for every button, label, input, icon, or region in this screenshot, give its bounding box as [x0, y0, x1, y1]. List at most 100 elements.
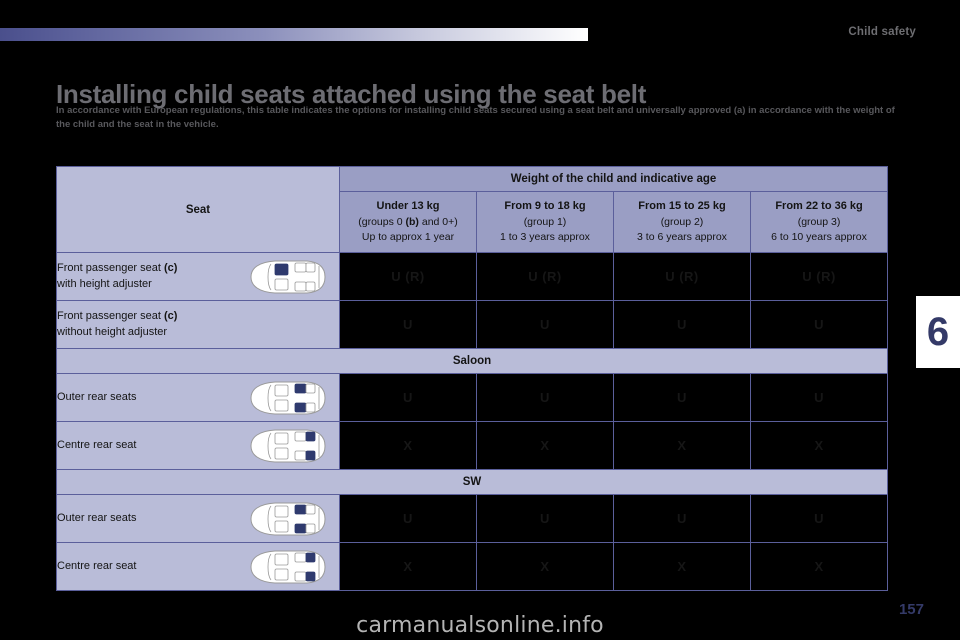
weight-col-3-age: 3 to 6 years approx [637, 231, 727, 244]
seat-label-note: (c) [164, 261, 178, 274]
weight-column-header-1: Under 13 kg (groups 0 (b) and 0+) Up to ap… [339, 191, 477, 253]
compatibility-mark: U (R) [391, 269, 425, 284]
seat-label-cell: Outer rear seats [56, 373, 340, 422]
seat-compatibility-cell: U [613, 373, 751, 422]
weight-col-2-range: From 9 to 18 kg [504, 200, 586, 212]
seat-compatibility-cell: X [339, 421, 477, 470]
weight-col-4-group: (group 3) [753, 215, 885, 231]
seat-compatibility-cell: U (R) [339, 252, 477, 301]
table-row: Outer rear seats U U U U [56, 494, 889, 543]
seat-label-text: Outer rear seats [57, 390, 137, 403]
chapter-label: Child safety [848, 26, 916, 38]
header-rule [0, 28, 588, 41]
seat-compatibility-cell: U (R) [613, 252, 751, 301]
weight-col-3-group-pre: (group 2) [660, 215, 704, 228]
compatibility-mark: U [403, 317, 413, 332]
table-group-row: Saloon [55, 348, 889, 374]
table-header-row-top: Seat Weight of the child and indicative a… [56, 166, 889, 253]
weight-col-3-group: (group 2) [616, 215, 748, 231]
seat-label-line2: with height adjuster [57, 277, 152, 290]
site-watermark: carmanualsonline.info [356, 613, 604, 638]
seat-compatibility-cell: U (R) [476, 252, 614, 301]
page-intro: In accordance with European regulations,… [56, 104, 895, 131]
seat-compatibility-cell: U [476, 494, 614, 543]
seat-compatibility-cell: U [339, 494, 477, 543]
seat-label-text: Centre rear seat [57, 438, 137, 451]
compatibility-mark: X [540, 438, 550, 453]
table-row: Outer rear seats U U U U [56, 373, 889, 422]
weight-col-1-range: Under 13 kg [376, 200, 440, 212]
compatibility-mark: X [677, 438, 687, 453]
seat-label-cell: Front passenger seat (c) with height adju… [56, 252, 340, 301]
compatibility-mark: U [403, 511, 413, 526]
group-header-label: Saloon [452, 355, 492, 367]
group-header-cell: Saloon [55, 348, 889, 374]
compatibility-mark: U [814, 317, 824, 332]
seat-compatibility-cell: U [749, 300, 889, 349]
weight-col-4-age: 6 to 10 years approx [771, 231, 867, 244]
child-seat-table: Seat Weight of the child and indicative a… [55, 166, 889, 591]
seat-label-cell: Centre rear seat [56, 542, 340, 591]
seat-compatibility-cell: X [613, 542, 751, 591]
child-seat-table-wrapper: Seat Weight of the child and indicative a… [55, 166, 889, 591]
weight-column-header-2: From 9 to 18 kg (group 1) 1 to 3 years app… [476, 191, 614, 253]
compatibility-mark: X [403, 559, 413, 574]
weight-col-1-group-pre: (groups 0 [358, 215, 406, 228]
compatibility-mark: U [540, 317, 550, 332]
weight-column-header-4: From 22 to 36 kg (group 3) 6 to 10 years a… [749, 191, 889, 253]
compatibility-mark: U [540, 390, 550, 405]
compatibility-mark: X [403, 438, 413, 453]
weight-col-1-group-note: (b) [405, 215, 419, 228]
seat-label: Outer rear seats [57, 390, 339, 406]
seat-label-text: Front passenger seat [57, 309, 165, 322]
seat-compatibility-cell: U [339, 300, 477, 349]
compatibility-mark: U [677, 511, 687, 526]
seat-compatibility-cell: U [749, 373, 889, 422]
table-group-row: SW [55, 469, 889, 495]
seat-compatibility-cell: X [476, 421, 614, 470]
table-row: Centre rear seat X X X X [56, 542, 889, 591]
table-row: Centre rear seat X X X X [56, 421, 889, 470]
weight-col-1-group: (groups 0 (b) and 0+) [342, 215, 474, 231]
compatibility-mark: U (R) [665, 269, 699, 284]
seat-label: Centre rear seat [57, 559, 339, 575]
seat-compatibility-cell: X [339, 542, 477, 591]
weight-col-2-group: (group 1) [479, 215, 611, 231]
seat-header-cell: Seat [56, 166, 340, 253]
seat-compatibility-cell: U [476, 300, 614, 349]
seat-compatibility-cell: X [613, 421, 751, 470]
compatibility-mark: U [814, 390, 824, 405]
seat-compatibility-cell: X [749, 421, 889, 470]
seat-compatibility-cell: U (R) [749, 252, 889, 301]
seat-compatibility-cell: X [749, 542, 889, 591]
weight-col-4-range: From 22 to 36 kg [775, 200, 863, 212]
compatibility-mark: U [677, 390, 687, 405]
weight-col-2-group-pre: (group 1) [523, 215, 567, 228]
compatibility-mark: U [540, 511, 550, 526]
table-row: Front passenger seat (c) with height adju… [56, 252, 889, 301]
seat-compatibility-cell: U [613, 494, 751, 543]
compatibility-mark: U [677, 317, 687, 332]
seat-label: Front passenger seat (c) with height adju… [57, 261, 339, 293]
weight-col-2-age: 1 to 3 years approx [500, 231, 590, 244]
seat-compatibility-cell: U [613, 300, 751, 349]
compatibility-mark: U (R) [528, 269, 562, 284]
weight-col-1-age: Up to approx 1 year [361, 231, 455, 244]
weight-column-header-3: From 15 to 25 kg (group 2) 3 to 6 years ap… [613, 191, 751, 253]
seat-label-cell: Front passenger seat (c) without height a… [56, 300, 340, 349]
weight-header-cell: Weight of the child and indicative age [338, 166, 889, 192]
seat-label: Centre rear seat [57, 438, 339, 454]
seat-compatibility-cell: U [476, 373, 614, 422]
compatibility-mark: X [814, 438, 824, 453]
group-header-cell: SW [55, 469, 889, 495]
page-number: 157 [898, 601, 924, 618]
weight-header-label: Weight of the child and indicative age [510, 173, 717, 185]
seat-compatibility-cell: U [749, 494, 889, 543]
seat-label-text: Centre rear seat [57, 559, 137, 572]
chapter-number: 6 [926, 310, 950, 354]
compatibility-mark: X [814, 559, 824, 574]
group-header-label: SW [462, 476, 482, 488]
compatibility-mark: U [814, 511, 824, 526]
table-row: Front passenger seat (c) without height a… [56, 300, 889, 349]
compatibility-mark: X [677, 559, 687, 574]
